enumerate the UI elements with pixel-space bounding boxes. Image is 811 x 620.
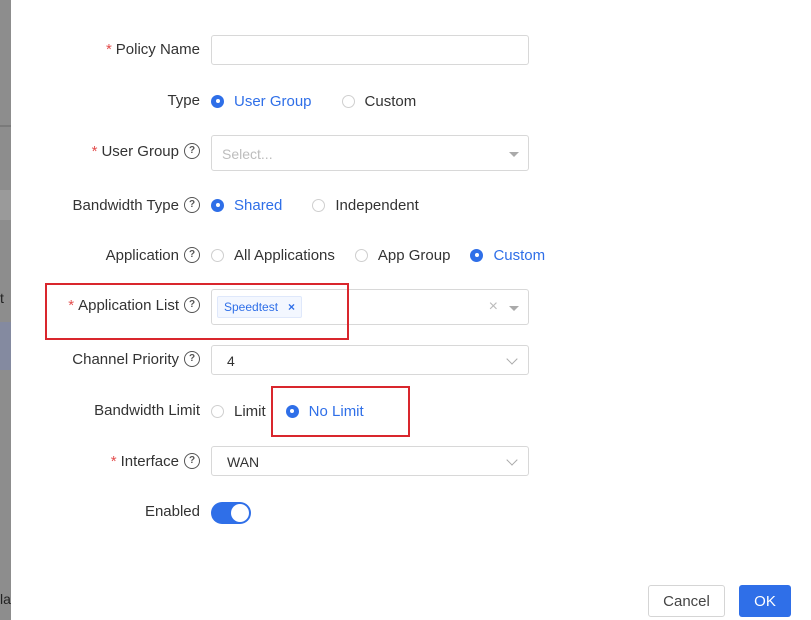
background-text: t <box>0 290 4 306</box>
radio-label: Limit <box>234 402 266 420</box>
radio-selected-icon <box>211 94 224 108</box>
policy-name-label: * Policy Name <box>106 41 200 58</box>
channel-priority-select[interactable]: 4 <box>211 345 529 375</box>
application-radio-app-group[interactable]: App Group <box>354 246 451 264</box>
channel-priority-label: Channel Priority? <box>72 351 200 368</box>
chevron-down-icon <box>506 454 518 466</box>
required-mark: * <box>110 453 117 470</box>
caret-down-icon <box>509 306 519 311</box>
bandwidth-type-radio-independent[interactable]: Independent <box>312 196 419 214</box>
type-radio-group: User Group Custom <box>211 91 416 111</box>
help-icon[interactable]: ? <box>184 247 200 264</box>
interface-label-text: Interface <box>120 453 179 470</box>
channel-priority-value: 4 <box>227 353 235 369</box>
background-element <box>0 322 11 370</box>
user-group-label: * User Group? <box>92 143 200 160</box>
enabled-label: Enabled <box>144 503 200 520</box>
help-icon[interactable]: ? <box>184 197 200 214</box>
policy-name-label-text: Policy Name <box>115 41 200 58</box>
background-overlay <box>0 0 11 620</box>
bandwidth-type-radio-shared[interactable]: Shared <box>211 197 282 214</box>
radio-label: Custom <box>364 92 417 110</box>
radio-label: Shared <box>234 196 283 214</box>
type-radio-custom[interactable]: Custom <box>341 92 417 110</box>
interface-select[interactable]: WAN <box>211 446 529 476</box>
help-icon[interactable]: ? <box>184 453 200 470</box>
bandwidth-type-radio-group: Shared Independent <box>211 195 419 215</box>
bandwidth-type-label-text: Bandwidth Type <box>72 197 179 214</box>
background-element <box>0 190 11 220</box>
radio-unselected-icon <box>341 94 355 108</box>
radio-selected-icon <box>470 248 484 262</box>
ok-button[interactable]: OK <box>739 585 791 617</box>
cancel-button[interactable]: Cancel <box>648 585 725 617</box>
application-label: Application? <box>106 247 200 264</box>
application-label-text: Application <box>105 247 179 264</box>
radio-label: User Group <box>234 92 312 110</box>
radio-label: Custom <box>493 246 546 264</box>
radio-unselected-icon <box>211 404 224 418</box>
user-group-label-text: User Group <box>101 143 179 160</box>
enabled-toggle[interactable] <box>211 502 251 524</box>
user-group-select[interactable]: Select... <box>211 135 529 171</box>
radio-label: All Applications <box>234 246 335 264</box>
policy-name-input[interactable] <box>211 35 529 65</box>
type-radio-user-group[interactable]: User Group <box>211 93 312 110</box>
interface-label: * Interface? <box>111 453 200 470</box>
application-radio-all[interactable]: All Applications <box>211 247 335 264</box>
user-group-placeholder: Select... <box>222 146 273 162</box>
radio-label: Independent <box>335 196 419 214</box>
highlight-box <box>45 283 349 340</box>
interface-value: WAN <box>227 454 260 470</box>
required-mark: * <box>91 143 98 160</box>
radio-unselected-icon <box>354 248 368 262</box>
bandwidth-type-label: Bandwidth Type? <box>73 197 200 214</box>
application-radio-custom[interactable]: Custom <box>470 247 545 264</box>
radio-unselected-icon <box>312 198 326 212</box>
bandwidth-limit-label: Bandwidth Limit <box>94 402 200 419</box>
help-icon[interactable]: ? <box>184 351 200 368</box>
radio-label: App Group <box>377 246 451 264</box>
clear-icon[interactable]: × <box>489 298 498 316</box>
required-mark: * <box>105 41 112 58</box>
caret-down-icon <box>509 152 519 157</box>
radio-selected-icon <box>211 198 224 212</box>
highlight-box <box>271 386 410 437</box>
channel-priority-label-text: Channel Priority <box>72 351 179 368</box>
background-text: la <box>0 591 11 607</box>
help-icon[interactable]: ? <box>184 143 200 160</box>
chevron-down-icon <box>506 353 518 365</box>
radio-unselected-icon <box>211 248 224 262</box>
bandwidth-limit-radio-limit[interactable]: Limit <box>211 403 266 420</box>
type-label: Type <box>167 92 200 109</box>
toggle-knob <box>231 504 249 522</box>
background-divider <box>0 125 11 127</box>
application-radio-group: All Applications App Group Custom <box>211 245 545 265</box>
